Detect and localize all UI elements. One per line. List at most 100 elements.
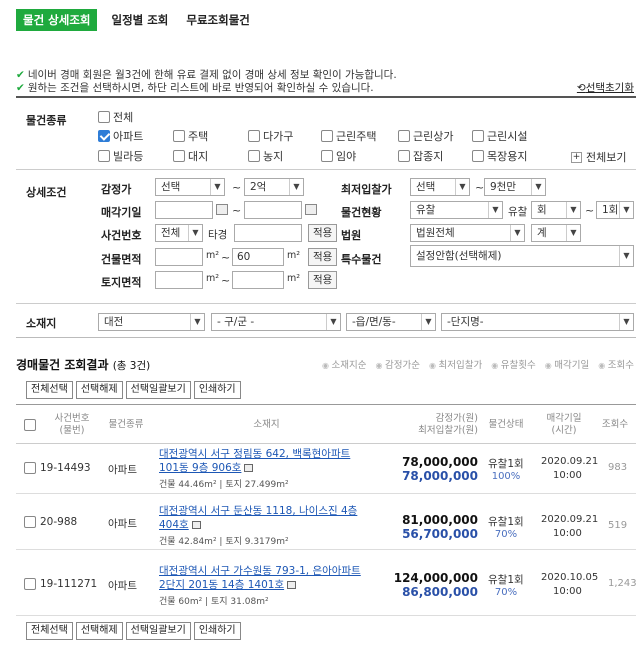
status-text: 유찰1회 (488, 516, 524, 528)
tab-schedule-search[interactable]: 일정별 조회 (111, 9, 168, 31)
court-branch-select[interactable]: 계 ▼ (531, 224, 581, 242)
sale-date-to-input[interactable] (244, 201, 302, 219)
sort-location[interactable]: 소재지순 (322, 357, 367, 371)
calendar-icon[interactable] (305, 204, 317, 215)
row-checkbox[interactable] (24, 516, 36, 528)
building-area-label: 건물면적 (101, 253, 142, 266)
building-area-apply-button[interactable]: 적용 (308, 248, 338, 266)
bid-ratio: 100% (491, 471, 521, 482)
type-checkbox-neighborhood-facility[interactable]: 근린시설 (472, 128, 527, 144)
sort-fail-count[interactable]: 유찰횟수 (491, 357, 536, 371)
building-area-from-input[interactable] (155, 248, 203, 266)
deselect-button[interactable]: 선택해제 (75, 622, 123, 640)
type-checkbox-forest[interactable]: 임야 (321, 148, 356, 164)
fail-count-label: 유찰 (508, 206, 528, 218)
case-apply-button[interactable]: 적용 (308, 224, 338, 242)
location-town-select[interactable]: -읍/면/동- ▼ (346, 313, 436, 331)
fail-to-select[interactable]: 1회 ▼ (596, 201, 634, 219)
tab-free-items[interactable]: 무료조회물건 (186, 9, 249, 31)
view-selected-button[interactable]: 선택일괄보기 (125, 381, 191, 399)
action-bar-bottom: 전체선택 선택해제 선택일괄보기 인쇄하기 (26, 622, 241, 640)
check-icon: ✔ (16, 82, 25, 94)
row-checkbox[interactable] (24, 462, 36, 474)
detail-row: 상세조건 감정가 선택 ▼ ~ 2억 ▼ 최저입찰가 선택 ▼ ~ 9천만 ▼ 매각기일… (16, 170, 636, 304)
view-count: 1,243 (608, 578, 637, 589)
min-bid-to-select[interactable]: 9천만 ▼ (484, 178, 546, 196)
land-area-to-input[interactable] (232, 271, 284, 289)
detail-label: 상세조건 (26, 186, 67, 199)
sort-appraisal[interactable]: 감정가순 (376, 357, 420, 371)
address-link[interactable]: 대전광역시 서구 정림동 642, 백록현아파트 101동 9층 906호 (159, 447, 350, 475)
address-link[interactable]: 대전광역시 서구 둔산동 1118, 나이스진 4층 404호 (159, 504, 357, 532)
table-row: 19-111271 아파트 대전광역시 서구 가수원동 793-1, 은아아파트… (16, 550, 637, 616)
type-checkbox-all[interactable]: 전체 (98, 109, 133, 125)
chevron-down-icon: ▼ (190, 314, 204, 330)
type-checkbox-villa[interactable]: 빌라등 (98, 148, 143, 164)
court-select[interactable]: 법원전체 ▼ (410, 224, 525, 242)
action-bar-top: 전체선택 선택해제 선택일괄보기 인쇄하기 (26, 381, 241, 399)
row-checkbox[interactable] (24, 578, 36, 590)
sale-date-from-input[interactable] (155, 201, 213, 219)
checkbox-icon (173, 130, 185, 142)
type-checkbox-pasture[interactable]: 목장용지 (472, 148, 527, 164)
min-bid-from-select[interactable]: 선택 ▼ (410, 178, 470, 196)
type-checkbox-neighborhood-store[interactable]: 근린상가 (398, 128, 453, 144)
bid-ratio: 70% (494, 587, 518, 598)
status-select[interactable]: 유찰 ▼ (410, 201, 503, 219)
land-area-apply-button[interactable]: 적용 (308, 271, 338, 289)
status-label: 물건현황 (341, 206, 382, 219)
print-button[interactable]: 인쇄하기 (193, 381, 241, 399)
building-area-to-input[interactable]: 60 (232, 248, 284, 266)
select-all-button[interactable]: 전체선택 (26, 381, 73, 399)
address-link[interactable]: 대전광역시 서구 가수원동 793-1, 은아아파트 2단지 201동 14층 1… (159, 564, 361, 592)
case-number: 19-111271 (40, 578, 98, 590)
appraisal-to-select[interactable]: 2억 ▼ (244, 178, 304, 196)
results-title: 경매물건 조회결과 (총 3건) (16, 358, 151, 372)
type-checkbox-house[interactable]: 주택 (173, 128, 208, 144)
plus-icon: + (571, 151, 582, 163)
view-selected-button[interactable]: 선택일괄보기 (125, 622, 191, 640)
case-number: 20-988 (40, 516, 78, 528)
select-all-button[interactable]: 전체선택 (26, 622, 73, 640)
sort-min-bid[interactable]: 최저입찰가 (429, 357, 483, 371)
type-checkbox-neighborhood-house[interactable]: 근린주택 (321, 128, 376, 144)
sale-date: 2020.09.21 (541, 514, 599, 525)
sort-sale-date[interactable]: 매각기일 (545, 357, 589, 371)
land-area-from-input[interactable] (155, 271, 203, 289)
fail-from-select[interactable]: 회 ▼ (531, 201, 581, 219)
status-text: 유찰1회 (488, 574, 524, 586)
table-header: 사건번호 (물번) 물건종류 소재지 감정가(원) 최저입찰가(원) 물건상태 매각… (16, 404, 636, 444)
type-checkbox-multi-family[interactable]: 다가구 (248, 128, 293, 144)
location-complex-select[interactable]: -단지명- ▼ (441, 313, 634, 331)
item-type: 아파트 (108, 518, 137, 530)
type-checkbox-farmland[interactable]: 농지 (248, 148, 283, 164)
calendar-icon[interactable] (216, 204, 228, 215)
print-button[interactable]: 인쇄하기 (193, 622, 241, 640)
location-district-select[interactable]: - 구/군 - ▼ (211, 313, 341, 331)
case-number-input[interactable] (234, 224, 302, 242)
checkbox-icon (248, 130, 260, 142)
view-all-button[interactable]: + 전체보기 (571, 149, 626, 165)
type-checkbox-apartment[interactable]: 아파트 (98, 128, 143, 144)
bid-ratio: 70% (494, 529, 518, 540)
view-count: 983 (608, 462, 628, 473)
reset-selection-link[interactable]: ⟲선택초기화 (577, 80, 634, 95)
special-item-select[interactable]: 설정안함(선택해제) ▼ (410, 245, 634, 267)
header-checkbox[interactable] (24, 419, 36, 431)
type-checkbox-misc-land[interactable]: 잡종지 (398, 148, 443, 164)
item-type: 아파트 (108, 464, 137, 476)
checkbox-icon (472, 130, 484, 142)
appraisal-from-select[interactable]: 선택 ▼ (155, 178, 225, 196)
case-year-select[interactable]: 전체 ▼ (155, 224, 203, 242)
photo-icon (191, 521, 201, 529)
sort-views[interactable]: 조회수 (598, 357, 634, 371)
deselect-button[interactable]: 선택해제 (75, 381, 123, 399)
type-checkbox-land[interactable]: 대지 (173, 148, 208, 164)
chevron-down-icon: ▼ (619, 314, 633, 330)
appraisal-price: 124,000,000 (393, 571, 478, 585)
appraisal-price: 81,000,000 (402, 513, 478, 527)
location-city-select[interactable]: 대전 ▼ (98, 313, 205, 331)
chevron-down-icon: ▼ (510, 225, 524, 241)
min-bid-price: 78,000,000 (402, 469, 478, 483)
tab-detail-search[interactable]: 물건 상세조회 (16, 9, 98, 31)
